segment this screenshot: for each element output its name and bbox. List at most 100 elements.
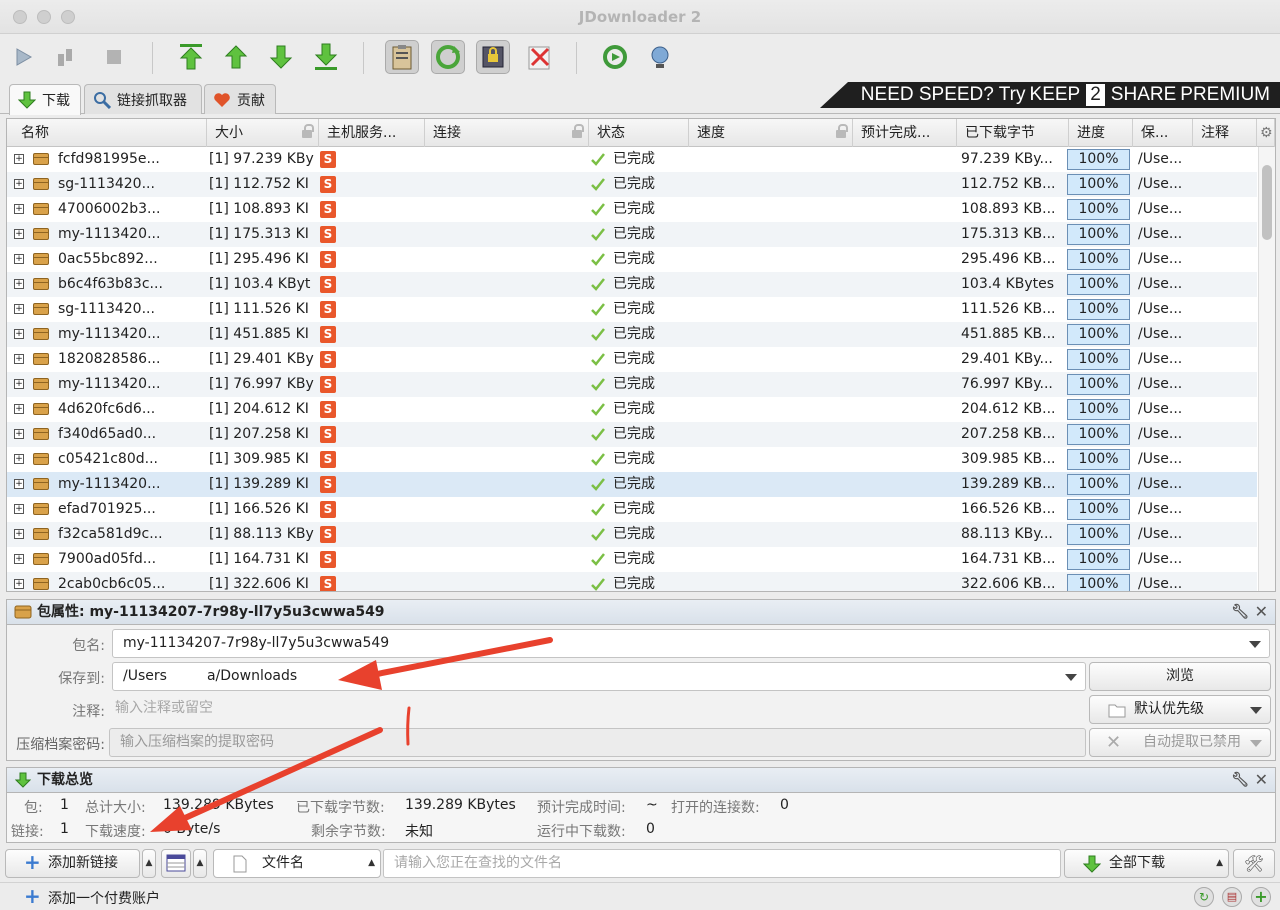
refresh-icon[interactable]: ↻: [1194, 887, 1214, 907]
archive-password-input[interactable]: 输入压缩档案的提取密码: [109, 728, 1086, 757]
table-row[interactable]: +47006002b3... [1] 108.893 KI S 已完成 108.893 …: [7, 197, 1257, 222]
table-row[interactable]: + f340d65ad0... [1] 207.258 KI S 已完成 207.258 …: [7, 422, 1257, 447]
search-scope-dropdown[interactable]: 文件名 ▲: [213, 849, 381, 878]
table-row[interactable]: + my-1113420... [1] 451.885 KI S 已完成 451.885 …: [7, 322, 1257, 347]
expand-toggle-icon[interactable]: +: [14, 279, 24, 289]
expand-toggle-icon[interactable]: +: [14, 329, 24, 339]
expand-toggle-icon[interactable]: +: [14, 454, 24, 464]
add-premium-account-link[interactable]: 添加一个付费账户: [48, 888, 160, 908]
download-all-button[interactable]: 全部下载 ▲: [1064, 849, 1229, 878]
tools-menu-button[interactable]: 🛠︎: [1233, 849, 1275, 878]
linkgrabber-icon: [94, 91, 111, 109]
comment-input[interactable]: 输入注释或留空: [105, 695, 1086, 724]
table-row[interactable]: +1820828586... [1] 29.401 KBy S 已完成 29.401 K…: [7, 347, 1257, 372]
expand-toggle-icon[interactable]: +: [14, 154, 24, 164]
table-row[interactable]: + f32ca581d9c... [1] 88.113 KBy S 已完成 88.113 …: [7, 522, 1257, 547]
col-header-eta[interactable]: 预计完成...: [853, 119, 957, 147]
expand-toggle-icon[interactable]: +: [14, 554, 24, 564]
col-header-comment[interactable]: 注释: [1193, 119, 1257, 147]
table-scrollbar[interactable]: [1258, 147, 1275, 591]
move-up-button[interactable]: [219, 40, 253, 74]
scrollbar-thumb[interactable]: [1262, 165, 1272, 240]
silent-mode-toggle[interactable]: [522, 40, 556, 74]
browse-button[interactable]: 浏览: [1089, 662, 1271, 691]
col-header-host[interactable]: 主机服务...: [319, 119, 425, 147]
table-row[interactable]: + sg-1113420... [1] 111.526 KI S 已完成 111.526 …: [7, 297, 1257, 322]
add-icon[interactable]: +: [1251, 887, 1271, 907]
col-header-speed[interactable]: 速度: [689, 119, 853, 147]
col-header-status[interactable]: 状态: [589, 119, 689, 147]
expand-toggle-icon[interactable]: +: [14, 254, 24, 264]
table-row[interactable]: + c05421c80d... [1] 309.985 KI S 已完成 309.985 …: [7, 447, 1257, 472]
pause-button[interactable]: [48, 40, 82, 74]
update-button[interactable]: [598, 40, 632, 74]
add-links-menu-button[interactable]: ▲: [142, 849, 156, 878]
shopee-host-icon: S: [320, 276, 336, 293]
premium-toggle[interactable]: [476, 40, 510, 74]
add-new-links-button[interactable]: + 添加新链接: [5, 849, 140, 878]
expand-toggle-icon[interactable]: +: [14, 379, 24, 389]
col-header-progress[interactable]: 进度: [1069, 119, 1133, 147]
table-row[interactable]: + my-1113420... [1] 76.997 KBy S 已完成 76.997 K…: [7, 372, 1257, 397]
tab-contribute[interactable]: 贡献: [204, 84, 276, 114]
expand-toggle-icon[interactable]: +: [14, 354, 24, 364]
file-search-input[interactable]: 请输入您正在查找的文件名: [383, 849, 1061, 878]
auto-reconnect-toggle[interactable]: [431, 40, 465, 74]
move-to-top-button[interactable]: [174, 40, 208, 74]
expand-toggle-icon[interactable]: +: [14, 229, 24, 239]
wrench-icon[interactable]: 🔧︎: [1231, 768, 1249, 792]
table-row[interactable]: +2cab0cb6c05... [1] 322.606 KI S 已完成 322.606…: [7, 572, 1257, 591]
auto-extract-dropdown[interactable]: ✕ 自动提取已禁用: [1089, 728, 1271, 757]
folder-icon: [1108, 704, 1126, 718]
log-icon[interactable]: ▤: [1222, 887, 1242, 907]
move-down-button[interactable]: [264, 40, 298, 74]
expand-toggle-icon[interactable]: +: [14, 429, 24, 439]
table-row[interactable]: + my-1113420... [1] 139.289 KI S 已完成 139.289 …: [7, 472, 1257, 497]
table-row[interactable]: + my-1113420... [1] 175.313 KI S 已完成 175.313 …: [7, 222, 1257, 247]
chevron-down-icon[interactable]: [1249, 641, 1261, 648]
running-downloads-value: 0: [646, 821, 655, 837]
expand-toggle-icon[interactable]: +: [14, 179, 24, 189]
table-row[interactable]: + sg-1113420... [1] 112.752 KI S 已完成 112.752 …: [7, 172, 1257, 197]
expand-toggle-icon[interactable]: +: [14, 204, 24, 214]
reconnect-button[interactable]: [643, 40, 677, 74]
start-downloads-button[interactable]: [6, 40, 40, 74]
priority-dropdown[interactable]: 默认优先级: [1089, 695, 1271, 724]
expand-toggle-icon[interactable]: +: [14, 479, 24, 489]
row-name: b6c4f63b83c...: [58, 276, 163, 292]
expand-toggle-icon[interactable]: +: [14, 504, 24, 514]
col-header-speed-label: 速度: [697, 125, 725, 141]
column-settings-icon[interactable]: ⚙: [1257, 119, 1275, 147]
table-row[interactable]: +7900ad05fd... [1] 164.731 KI S 已完成 164.731 …: [7, 547, 1257, 572]
tab-downloads[interactable]: 下载: [9, 84, 81, 115]
table-row[interactable]: + fcfd981995e... [1] 97.239 KBy S 已完成 97.239 …: [7, 147, 1257, 172]
col-header-connection[interactable]: 连接: [425, 119, 589, 147]
table-row[interactable]: +4d620fc6d6... [1] 204.612 KI S 已完成 204.612 …: [7, 397, 1257, 422]
expand-toggle-icon[interactable]: +: [14, 404, 24, 414]
table-row[interactable]: +0ac55bc892... [1] 295.496 KI S 已完成 295.496 …: [7, 247, 1257, 272]
stop-button[interactable]: [97, 40, 131, 74]
chevron-down-icon[interactable]: [1065, 674, 1077, 681]
table-row[interactable]: + efad701925... [1] 166.526 KI S 已完成 166.526 …: [7, 497, 1257, 522]
view-menu-button[interactable]: ▲: [193, 849, 207, 878]
save-to-field[interactable]: /Users a/Downloads: [112, 662, 1086, 691]
package-name-field[interactable]: my-11134207-7r98y-ll7y5u3cwwa549: [112, 629, 1270, 658]
table-row[interactable]: + b6c4f63b83c... [1] 103.4 KByt S 已完成 103.4 K…: [7, 272, 1257, 297]
banner-text-3: SHARE: [1110, 84, 1177, 105]
move-to-bottom-button[interactable]: [309, 40, 343, 74]
table-view-button[interactable]: [161, 849, 191, 878]
close-icon[interactable]: ✕: [1255, 600, 1268, 624]
premium-banner[interactable]: NEED SPEED? Try KEEP 2 SHARE PREMIUM: [820, 82, 1280, 108]
row-progress-bar: 100%: [1067, 374, 1130, 395]
clipboard-observer-toggle[interactable]: [385, 40, 419, 74]
tab-linkgrabber[interactable]: 链接抓取器: [84, 84, 202, 114]
expand-toggle-icon[interactable]: +: [14, 579, 24, 589]
close-icon[interactable]: ✕: [1255, 768, 1268, 792]
expand-toggle-icon[interactable]: +: [14, 304, 24, 314]
expand-toggle-icon[interactable]: +: [14, 529, 24, 539]
col-header-downloaded[interactable]: 已下载字节: [957, 119, 1069, 147]
col-header-name[interactable]: 名称: [7, 119, 207, 147]
col-header-size[interactable]: 大小: [207, 119, 319, 147]
col-header-save-to[interactable]: 保...: [1133, 119, 1193, 147]
wrench-icon[interactable]: 🔧︎: [1231, 600, 1249, 624]
